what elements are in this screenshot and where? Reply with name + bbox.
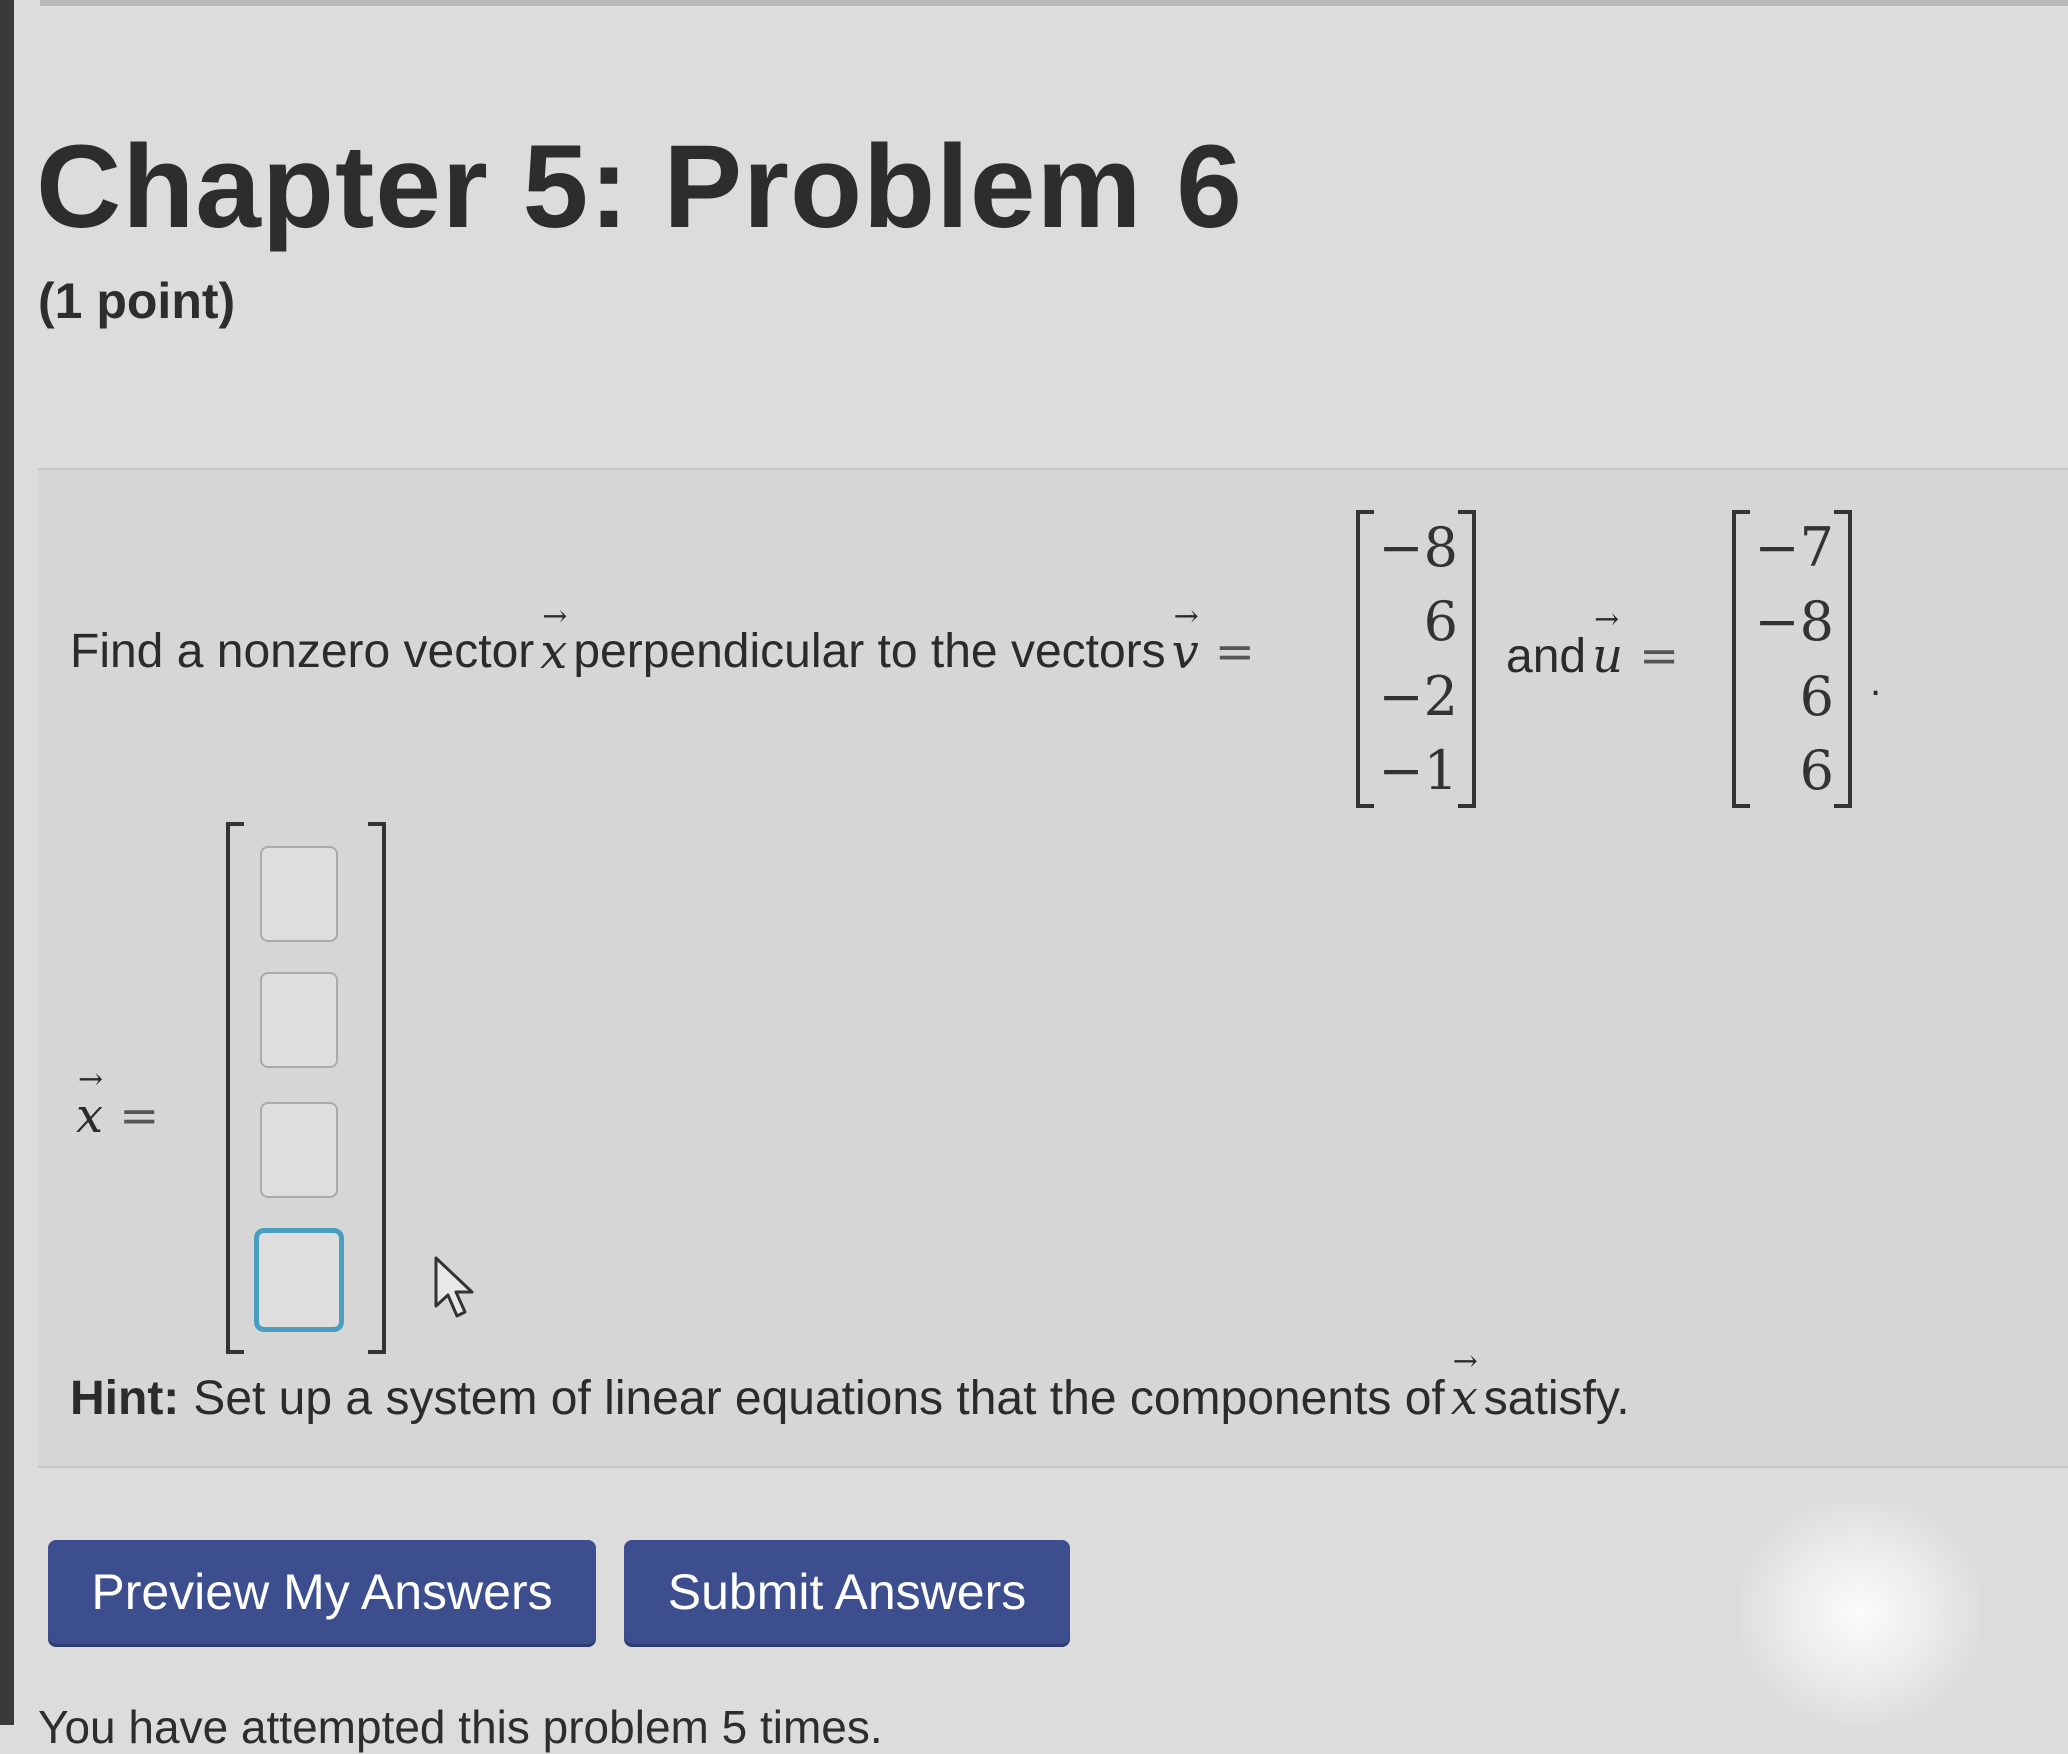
bracket-corner xyxy=(1458,804,1472,808)
vector-u-entry: 6 xyxy=(1799,664,1834,728)
vector-arrow-icon: → xyxy=(1452,1344,1478,1379)
answer-vector-matrix xyxy=(226,822,386,1354)
mouse-pointer-icon xyxy=(434,1256,474,1318)
statement-middle: perpendicular to the vectors xyxy=(573,625,1166,678)
bracket-corner xyxy=(1736,510,1750,514)
bracket-corner xyxy=(1360,510,1374,514)
vector-v-entry: 6 xyxy=(1423,590,1458,654)
vector-u-symbol: u → xyxy=(1592,602,1623,684)
vector-arrow-icon: → xyxy=(1594,602,1620,637)
vector-x-symbol: x → xyxy=(540,602,567,677)
attempts-message: You have attempted this problem 5 times. xyxy=(38,1701,883,1753)
vector-v-entry: −8 xyxy=(1378,515,1458,579)
top-divider xyxy=(40,0,2068,6)
hint-line: Hint: Set up a system of linear equation… xyxy=(70,1344,1630,1426)
and-text: and xyxy=(1506,629,1587,683)
problem-panel: Find a nonzero vector x → perpendicular … xyxy=(38,468,2068,1468)
statement-period: . xyxy=(1870,660,1882,704)
vector-v-symbol: v → xyxy=(1172,602,1199,677)
bracket-corner xyxy=(1736,804,1750,808)
screen-glare xyxy=(1740,1500,1980,1725)
answer-label: x → = xyxy=(70,1062,169,1144)
bracket-corner xyxy=(1834,804,1848,808)
statement-prefix: Find a nonzero vector xyxy=(70,625,535,678)
equals-sign: = xyxy=(119,1088,160,1144)
bracket-corner xyxy=(230,1350,244,1354)
bracket-corner xyxy=(1834,510,1848,514)
problem-statement: Find a nonzero vector x → perpendicular … xyxy=(70,602,1265,680)
hint-text-suffix: satisfy. xyxy=(1483,1371,1630,1425)
screen-left-edge xyxy=(0,0,14,1725)
equals-sign: = xyxy=(1214,624,1256,680)
vector-u-entry: −7 xyxy=(1754,515,1834,579)
bracket-corner xyxy=(1458,510,1472,514)
hint-label: Hint: xyxy=(70,1371,180,1425)
vector-v-entry: −2 xyxy=(1378,664,1458,728)
vector-arrow-icon: → xyxy=(1173,599,1199,634)
vector-x-symbol: x → xyxy=(76,1062,103,1144)
vector-arrow-icon: → xyxy=(78,1062,104,1097)
and-connector: and u → = xyxy=(1506,602,1689,684)
preview-answers-button[interactable]: Preview My Answers xyxy=(48,1540,596,1644)
vector-u-matrix: −7 −8 6 6 xyxy=(1732,510,1852,808)
bracket-corner xyxy=(230,822,244,826)
hint-text-prefix: Set up a system of linear equations that… xyxy=(193,1371,1445,1425)
vector-u-entry: −8 xyxy=(1754,590,1834,654)
equals-sign: = xyxy=(1639,628,1680,684)
vector-v-entry: −1 xyxy=(1378,739,1458,803)
vector-u-entry: 6 xyxy=(1799,739,1834,803)
answer-input-3[interactable] xyxy=(260,1102,338,1198)
vector-x-symbol: x → xyxy=(1451,1344,1478,1426)
answer-input-2[interactable] xyxy=(260,972,338,1068)
page-title: Chapter 5: Problem 6 xyxy=(36,121,1243,253)
bracket-corner xyxy=(368,1350,382,1354)
bracket-corner xyxy=(368,822,382,826)
answer-input-4[interactable] xyxy=(254,1228,344,1332)
answer-input-1[interactable] xyxy=(260,846,338,942)
vector-v-matrix: −8 6 −2 −1 xyxy=(1356,510,1476,808)
bracket-corner xyxy=(1360,804,1374,808)
vector-arrow-icon: → xyxy=(542,599,568,634)
problem-points: (1 point) xyxy=(38,273,236,329)
submit-answers-button[interactable]: Submit Answers xyxy=(624,1540,1070,1644)
